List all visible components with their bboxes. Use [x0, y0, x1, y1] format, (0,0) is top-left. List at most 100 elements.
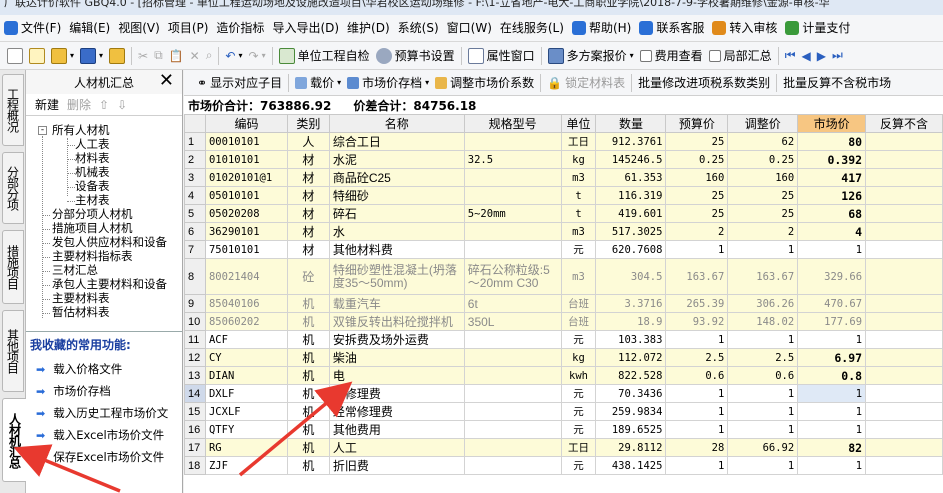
table-row[interactable]: 16 QTFY 机其他费用元 189.6525 1 1 1	[184, 420, 943, 439]
vtab-0[interactable]: 工程概况	[2, 74, 24, 146]
delete-button[interactable]: ✕	[187, 45, 203, 67]
cell-budget[interactable]: 2	[665, 222, 729, 241]
cell-qty[interactable]: 419.601	[595, 204, 667, 223]
cell-name[interactable]: 安拆费及场外运费	[328, 330, 465, 349]
cell-adj[interactable]: 25	[727, 204, 799, 223]
show-sub-items-button[interactable]: ⚭ 显示对应子目	[194, 72, 285, 94]
cell-code[interactable]: QTFY	[204, 420, 288, 439]
open-button[interactable]: ▾	[48, 45, 77, 67]
table-row[interactable]: 7 75010101 材其他材料费元 620.7608 1 1 1	[184, 240, 943, 259]
vtab-3[interactable]: 其他项目	[2, 310, 24, 392]
cell-cat[interactable]: 机	[286, 438, 330, 457]
cell-spec[interactable]	[463, 132, 562, 151]
tree-node-item[interactable]: 分部分项人材机	[52, 208, 133, 221]
undo-button[interactable]: ↶ ▾	[222, 45, 245, 67]
cell-code[interactable]: DIAN	[204, 366, 288, 385]
cell-spec[interactable]	[463, 402, 562, 421]
cell-budget[interactable]: 0.25	[665, 150, 729, 169]
cell-qty[interactable]: 112.072	[595, 348, 667, 367]
cell-cat[interactable]: 机	[286, 456, 330, 475]
cell-market[interactable]: 1	[797, 420, 867, 439]
paste-button[interactable]: 📋	[166, 45, 187, 67]
tree-node-item[interactable]: 承包人主要材料和设备	[52, 278, 167, 291]
cell-market[interactable]: 0.392	[797, 150, 867, 169]
cell-budget[interactable]: 1	[665, 330, 729, 349]
cell-rev[interactable]	[865, 258, 943, 295]
cell-market[interactable]: 1	[797, 330, 867, 349]
cell-unit[interactable]: 元	[560, 420, 597, 439]
save-button[interactable]: ▾	[77, 45, 106, 67]
cell-budget[interactable]: 0.6	[665, 366, 729, 385]
cell-budget[interactable]: 265.39	[665, 294, 729, 313]
table-row[interactable]: 1 00010101 人综合工日 工日 912.3761 25 62 80	[184, 132, 943, 151]
cell-budget[interactable]: 25	[665, 132, 729, 151]
close-icon[interactable]: ✕	[159, 71, 174, 91]
cell-adj[interactable]: 0.6	[727, 366, 799, 385]
cell-spec[interactable]	[463, 384, 562, 403]
column-header[interactable]: 规格型号	[463, 114, 562, 133]
last-page-button[interactable]: ⏭	[829, 45, 846, 67]
cell-unit[interactable]: kg	[560, 348, 597, 367]
partial-summary-checkbox[interactable]: 局部汇总	[706, 45, 775, 67]
cell-unit[interactable]: 工日	[560, 132, 597, 151]
cell-qty[interactable]: 912.3761	[595, 132, 667, 151]
cell-unit[interactable]: m3	[560, 222, 597, 241]
cell-cat[interactable]: 材	[286, 168, 330, 187]
cell-code[interactable]: 85060202	[204, 312, 288, 331]
cell-name[interactable]: 柴油	[328, 348, 465, 367]
cell-rev[interactable]	[865, 150, 943, 169]
cell-market[interactable]: 68	[797, 204, 867, 223]
menu-item-6[interactable]: 维护(D)	[343, 17, 394, 39]
cell-market[interactable]: 6.97	[797, 348, 867, 367]
table-row[interactable]: 12 CY 机柴油 kg 112.072 2.5 2.5 6.97	[184, 348, 943, 367]
cell-adj[interactable]: 62	[727, 132, 799, 151]
table-row[interactable]: 8 80021404 砼特细砂塑性混凝土(坍落度35～50mm) 碎石公称粒级:5～2…	[184, 258, 943, 295]
cell-market[interactable]: 329.66	[797, 258, 867, 295]
cell-cat[interactable]: 人	[286, 132, 330, 151]
cell-qty[interactable]: 189.6525	[595, 420, 667, 439]
column-header[interactable]: 反算不含	[865, 114, 943, 133]
cell-qty[interactable]: 103.383	[595, 330, 667, 349]
menu-item-0[interactable]: 文件(F)	[0, 17, 65, 39]
cell-spec[interactable]	[463, 456, 562, 475]
table-row[interactable]: 10 85060202 机双锥反转出料砼搅拌机 350L 台班 18.9 93.92 148.…	[184, 312, 943, 331]
cell-name[interactable]: 特细砂	[328, 186, 465, 205]
collapse-icon[interactable]: -	[38, 126, 47, 135]
cell-rev[interactable]	[865, 294, 943, 313]
cell-cat[interactable]: 机	[286, 420, 330, 439]
cell-budget[interactable]: 25	[665, 186, 729, 205]
cell-cat[interactable]: 机	[286, 294, 330, 313]
vtab-2[interactable]: 措施项目	[2, 230, 24, 304]
tree-node-child[interactable]: 人工表	[75, 138, 110, 151]
menu-item-12[interactable]: 转入审核	[708, 17, 781, 39]
batch-reverse-button[interactable]: 批量反算不含税市场	[780, 72, 894, 94]
move-down-icon[interactable]: ⇩	[117, 98, 127, 112]
lock-table-button[interactable]: 🔒 锁定材料表	[544, 72, 628, 94]
cell-rev[interactable]	[865, 456, 943, 475]
cell-rev[interactable]	[865, 384, 943, 403]
cell-spec[interactable]	[463, 330, 562, 349]
cell-code[interactable]: 75010101	[204, 240, 288, 259]
tree-node-item[interactable]: 三材汇总	[52, 264, 98, 277]
cell-spec[interactable]	[463, 186, 562, 205]
column-header[interactable]: 类别	[286, 114, 330, 133]
cell-code[interactable]: ACF	[204, 330, 288, 349]
cell-market[interactable]: 1	[797, 384, 867, 403]
cell-spec[interactable]	[463, 222, 562, 241]
cell-name[interactable]: 载重汽车	[328, 294, 465, 313]
cell-rev[interactable]	[865, 420, 943, 439]
cell-qty[interactable]: 438.1425	[595, 456, 667, 475]
copy-button[interactable]: ⧉	[151, 45, 166, 67]
menu-item-10[interactable]: 帮助(H)	[568, 17, 635, 39]
new-project-button[interactable]	[26, 45, 48, 67]
cell-market[interactable]: 1	[797, 456, 867, 475]
menu-item-8[interactable]: 窗口(W)	[443, 17, 496, 39]
tree-node-item[interactable]: 措施项目人材机	[52, 222, 133, 235]
cell-cat[interactable]: 机	[286, 402, 330, 421]
load-price-button[interactable]: 载价 ▾	[292, 72, 344, 94]
cell-spec[interactable]	[463, 420, 562, 439]
tree-node-child[interactable]: 机械表	[75, 166, 110, 179]
column-header[interactable]: 编码	[204, 114, 288, 133]
cell-code[interactable]: 36290101	[204, 222, 288, 241]
table-row[interactable]: 18 ZJF 机折旧费元 438.1425 1 1 1	[184, 456, 943, 475]
